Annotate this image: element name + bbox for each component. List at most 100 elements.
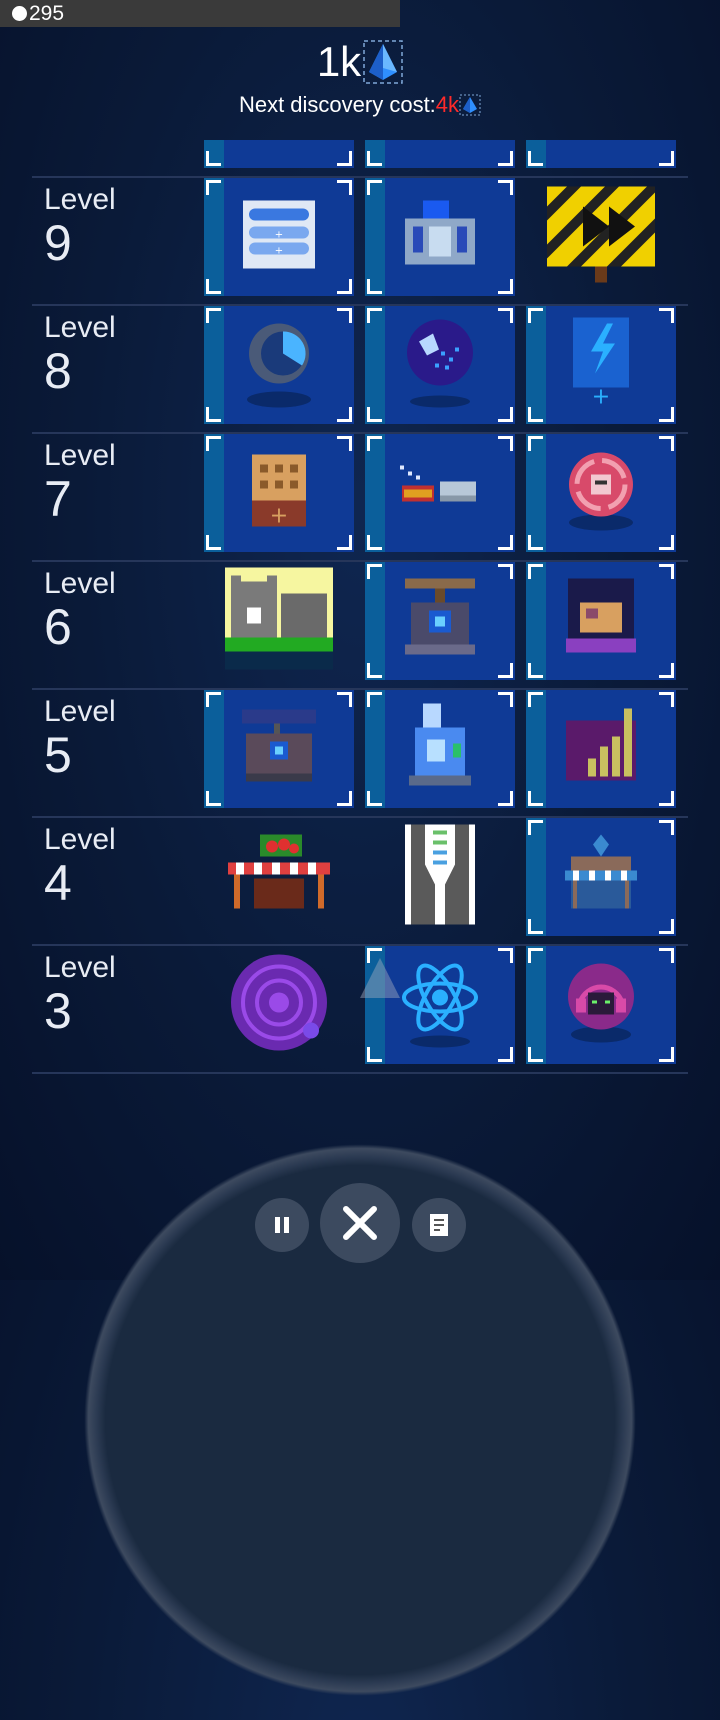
slot-corner-mark — [498, 1047, 513, 1062]
coin-icon — [12, 6, 27, 21]
slot-corner-mark — [206, 436, 221, 451]
level-word: Level — [44, 823, 116, 856]
slot-corner-mark — [337, 535, 352, 550]
discovery-slot[interactable] — [526, 946, 676, 1064]
slot-corner-mark — [337, 791, 352, 806]
level-word: Level — [44, 695, 116, 728]
slot-corner-mark — [367, 791, 382, 806]
slot-corner-mark — [659, 407, 674, 422]
discovery-slot[interactable]: + + — [204, 178, 354, 296]
discovery-slot[interactable] — [526, 562, 676, 680]
press-machine-icon — [405, 578, 475, 664]
level-row: Level 8 + — [32, 306, 688, 434]
slot-corner-mark — [659, 791, 674, 806]
slot-corner-mark — [367, 180, 382, 195]
discovery-slot[interactable] — [365, 690, 515, 808]
level-label: Level 9 — [44, 184, 116, 271]
discovery-slot[interactable] — [204, 818, 354, 936]
slot-corner-mark — [659, 919, 674, 934]
clock-ring-icon — [247, 318, 311, 413]
level-word: Level — [44, 311, 116, 344]
atom-icon — [400, 958, 480, 1053]
discovery-slot[interactable] — [365, 562, 515, 680]
pink-machine-icon — [567, 140, 635, 143]
level-label: Level 6 — [44, 567, 116, 655]
slot-corner-mark — [659, 436, 674, 451]
slot-corner-mark — [367, 1047, 382, 1062]
slot-corner-mark — [206, 308, 221, 323]
recycle-robot-icon — [567, 451, 635, 536]
discovery-slot[interactable] — [365, 434, 515, 552]
slot-corner-mark — [367, 407, 382, 422]
slot-corner-mark — [337, 180, 352, 195]
pause-button[interactable] — [255, 1198, 309, 1252]
discovery-slot[interactable] — [526, 140, 676, 168]
discovery-slot[interactable] — [526, 178, 676, 296]
slot-corner-mark — [206, 151, 221, 166]
slot-corner-mark — [367, 535, 382, 550]
level-label: Level 4 — [44, 823, 116, 911]
slot-corner-mark — [337, 436, 352, 451]
slot-corner-mark — [659, 535, 674, 550]
slot-corner-mark — [367, 308, 382, 323]
discovery-slot[interactable] — [365, 306, 515, 424]
svg-text:+: + — [592, 385, 610, 408]
purple-city-icon — [240, 140, 318, 143]
level-label: Level 7 — [44, 440, 116, 527]
discovery-slot[interactable] — [204, 562, 354, 680]
slot-corner-mark — [498, 279, 513, 294]
solar-house-icon — [242, 709, 316, 789]
bar-chart-icon — [566, 707, 636, 792]
crystal-icon — [363, 40, 403, 84]
slot-corner-mark — [659, 820, 674, 835]
slot-corner-mark — [659, 308, 674, 323]
notes-button[interactable] — [412, 1198, 466, 1252]
discovery-slot[interactable] — [204, 306, 354, 424]
svg-text:+: + — [275, 246, 283, 257]
slot-corner-mark — [528, 564, 543, 579]
slot-corner-mark — [498, 791, 513, 806]
discovery-slot[interactable] — [526, 434, 676, 552]
slot-corner-mark — [206, 791, 221, 806]
discovery-slot[interactable]: + — [204, 434, 354, 552]
slot-corner-mark — [528, 948, 543, 963]
level-label: Level10 — [44, 140, 116, 142]
discovery-slot[interactable]: + — [526, 306, 676, 424]
slot-corner-mark — [659, 564, 674, 579]
slot-corner-mark — [206, 180, 221, 195]
slot-corner-mark — [528, 692, 543, 707]
discovery-slot[interactable] — [204, 690, 354, 808]
slot-corner-mark — [659, 948, 674, 963]
level-label: Level 3 — [44, 951, 116, 1039]
discovery-slot[interactable] — [365, 140, 515, 168]
svg-text:+: + — [270, 504, 288, 527]
slot-corner-mark — [206, 692, 221, 707]
discovery-slot[interactable] — [204, 140, 354, 168]
discovery-slot[interactable] — [526, 690, 676, 808]
level-number: 5 — [44, 727, 72, 783]
level-row: Level 4 — [32, 818, 688, 946]
slot-corner-mark — [337, 308, 352, 323]
pause-icon — [275, 1217, 289, 1233]
level-word: Level — [44, 567, 116, 600]
slot-corner-mark — [206, 279, 221, 294]
discovery-slot[interactable] — [526, 818, 676, 936]
castle-cats-icon — [225, 567, 333, 675]
close-button[interactable] — [320, 1183, 400, 1263]
level-word: Level — [44, 951, 116, 984]
orbit-ring-icon — [229, 953, 329, 1058]
slot-corner-mark — [528, 919, 543, 934]
blue-hospital-icon — [405, 200, 475, 274]
discovery-slot[interactable] — [204, 946, 354, 1064]
slot-corner-mark — [659, 692, 674, 707]
level-number: 8 — [44, 343, 72, 399]
discovery-slot[interactable] — [365, 178, 515, 296]
level-row: Level 7 + — [32, 434, 688, 562]
scroll-up-arrow-icon[interactable] — [360, 958, 400, 998]
level-row: Level 5 — [32, 690, 688, 818]
slot-corner-mark — [528, 407, 543, 422]
discovery-slot[interactable] — [365, 818, 515, 936]
level-label: Level 8 — [44, 311, 116, 399]
level-row: Level 9 + + — [32, 178, 688, 306]
next-discovery-cost: 4k — [435, 92, 460, 117]
